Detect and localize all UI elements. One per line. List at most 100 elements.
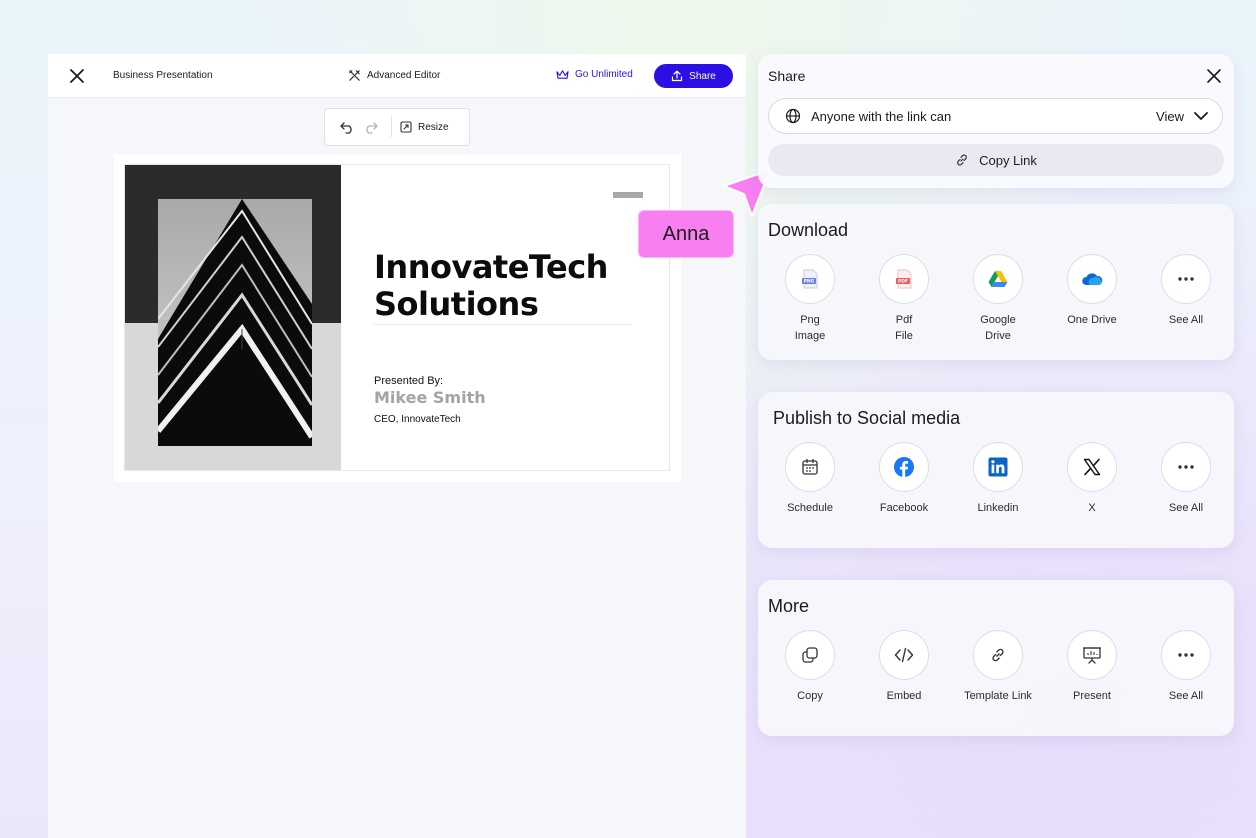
social-options: Schedule Facebook Linkedin X See All [774, 442, 1222, 516]
share-panel: Share Anyone with the link can View Copy… [758, 54, 1234, 188]
resize-label: Resize [418, 121, 449, 133]
svg-text:PDF: PDF [898, 279, 908, 285]
embed-option-circle[interactable] [879, 630, 929, 680]
slide-divider [374, 324, 632, 325]
download-options: PNG Png Image PDF Pdf File Google Drive … [774, 254, 1222, 344]
editor-topbar: Business Presentation Advanced Editor Go… [48, 54, 746, 98]
more-see-all-label: See All [1168, 690, 1204, 702]
more-see-all-option[interactable]: See All [1150, 630, 1222, 704]
building-photo[interactable] [158, 199, 312, 446]
undo-icon [340, 122, 352, 134]
facebook-label: Facebook [879, 502, 929, 514]
present-option-circle[interactable] [1067, 630, 1117, 680]
crown-icon [556, 70, 569, 79]
go-unlimited-label: Go Unlimited [575, 69, 633, 80]
x-label: X [1088, 502, 1096, 514]
resize-icon [400, 121, 412, 133]
onedrive-icon [1082, 273, 1103, 285]
code-icon [894, 647, 914, 663]
advanced-editor-button[interactable]: Advanced Editor [348, 69, 440, 82]
download-google-drive-label: Google Drive [980, 314, 1016, 342]
link-access-dropdown[interactable]: Anyone with the link can View [768, 98, 1223, 134]
slide-accent-bar [613, 192, 643, 198]
link-icon [957, 154, 967, 166]
social-panel: Publish to Social media Schedule Faceboo [758, 392, 1234, 548]
undo-button[interactable] [335, 115, 359, 139]
more-dots-icon [1178, 277, 1194, 281]
slide-title[interactable]: InnovateTech Solutions [374, 249, 654, 323]
download-google-drive-option[interactable]: Google Drive [962, 254, 1034, 344]
download-see-all-option[interactable]: See All [1150, 254, 1222, 344]
slide-frame[interactable]: InnovateTech Solutions Presented By: Mik… [114, 154, 681, 482]
presenter-role[interactable]: CEO, InnovateTech [374, 414, 461, 425]
embed-option[interactable]: Embed [868, 630, 940, 704]
tools-icon [349, 70, 360, 81]
chevron-down-icon [1194, 111, 1208, 120]
download-png-option[interactable]: PNG Png Image [774, 254, 846, 344]
schedule-option[interactable]: Schedule [774, 442, 846, 516]
template-link-option-circle[interactable] [973, 630, 1023, 680]
more-panel: More Copy Embed Template Link Present Se… [758, 580, 1234, 736]
download-title: Download [768, 220, 849, 240]
more-dots-icon [1178, 653, 1194, 657]
more-dots-icon [1178, 465, 1194, 469]
pdf-option-circle[interactable]: PDF [879, 254, 929, 304]
present-option[interactable]: Present [1056, 630, 1128, 704]
x-option-circle[interactable] [1067, 442, 1117, 492]
more-see-all-circle[interactable] [1161, 630, 1211, 680]
slide[interactable]: InnovateTech Solutions Presented By: Mik… [124, 164, 670, 471]
schedule-label: Schedule [787, 502, 833, 514]
download-panel: Download PNG Png Image PDF Pdf File Goog… [758, 204, 1234, 360]
linkedin-option[interactable]: Linkedin [962, 442, 1034, 516]
linkedin-label: Linkedin [977, 502, 1019, 514]
copy-label: Copy [797, 690, 823, 702]
png-file-icon: PNG [802, 269, 818, 289]
download-see-all-label: See All [1168, 314, 1204, 326]
link-access-value: View [1156, 108, 1184, 124]
link-icon [992, 648, 1004, 662]
document-title: Business Presentation [113, 70, 213, 81]
copy-link-label: Copy Link [979, 152, 1037, 168]
onedrive-option-circle[interactable] [1067, 254, 1117, 304]
social-see-all-option[interactable]: See All [1150, 442, 1222, 516]
redo-button[interactable] [359, 115, 383, 139]
download-pdf-option[interactable]: PDF Pdf File [868, 254, 940, 344]
schedule-option-circle[interactable] [785, 442, 835, 492]
toolbar-divider [391, 117, 392, 137]
facebook-option[interactable]: Facebook [868, 442, 940, 516]
download-onedrive-option[interactable]: One Drive [1056, 254, 1128, 344]
embed-label: Embed [886, 690, 922, 702]
presented-by-label[interactable]: Presented By: [374, 375, 443, 387]
x-option[interactable]: X [1056, 442, 1128, 516]
share-button[interactable]: Share [654, 64, 733, 88]
copy-option[interactable]: Copy [774, 630, 846, 704]
close-icon[interactable] [68, 67, 86, 85]
redo-icon [366, 122, 378, 134]
go-unlimited-button[interactable]: Go Unlimited [556, 69, 633, 80]
google-drive-icon [988, 271, 1008, 287]
google-drive-option-circle[interactable] [973, 254, 1023, 304]
slide-toolbar: Resize [324, 108, 470, 146]
png-option-circle[interactable]: PNG [785, 254, 835, 304]
template-link-option[interactable]: Template Link [962, 630, 1034, 704]
link-access-text: Anyone with the link can [811, 108, 952, 124]
more-options: Copy Embed Template Link Present See All [774, 630, 1222, 704]
facebook-option-circle[interactable] [879, 442, 929, 492]
copy-link-button[interactable]: Copy Link [768, 144, 1224, 176]
resize-button[interactable]: Resize [400, 121, 449, 133]
linkedin-option-circle[interactable] [973, 442, 1023, 492]
presenter-name[interactable]: Mikee Smith [374, 388, 486, 407]
social-see-all-label: See All [1168, 502, 1204, 514]
close-icon[interactable] [1206, 68, 1222, 84]
x-logo-icon [1083, 458, 1101, 476]
share-button-label: Share [689, 70, 716, 82]
download-see-all-circle[interactable] [1161, 254, 1211, 304]
download-onedrive-label: One Drive [1067, 314, 1117, 326]
copy-icon [802, 647, 818, 663]
social-see-all-circle[interactable] [1161, 442, 1211, 492]
copy-option-circle[interactable] [785, 630, 835, 680]
template-link-label: Template Link [964, 690, 1032, 702]
download-png-label: Png Image [794, 314, 826, 342]
facebook-icon [894, 457, 914, 477]
presentation-icon [1083, 647, 1101, 664]
